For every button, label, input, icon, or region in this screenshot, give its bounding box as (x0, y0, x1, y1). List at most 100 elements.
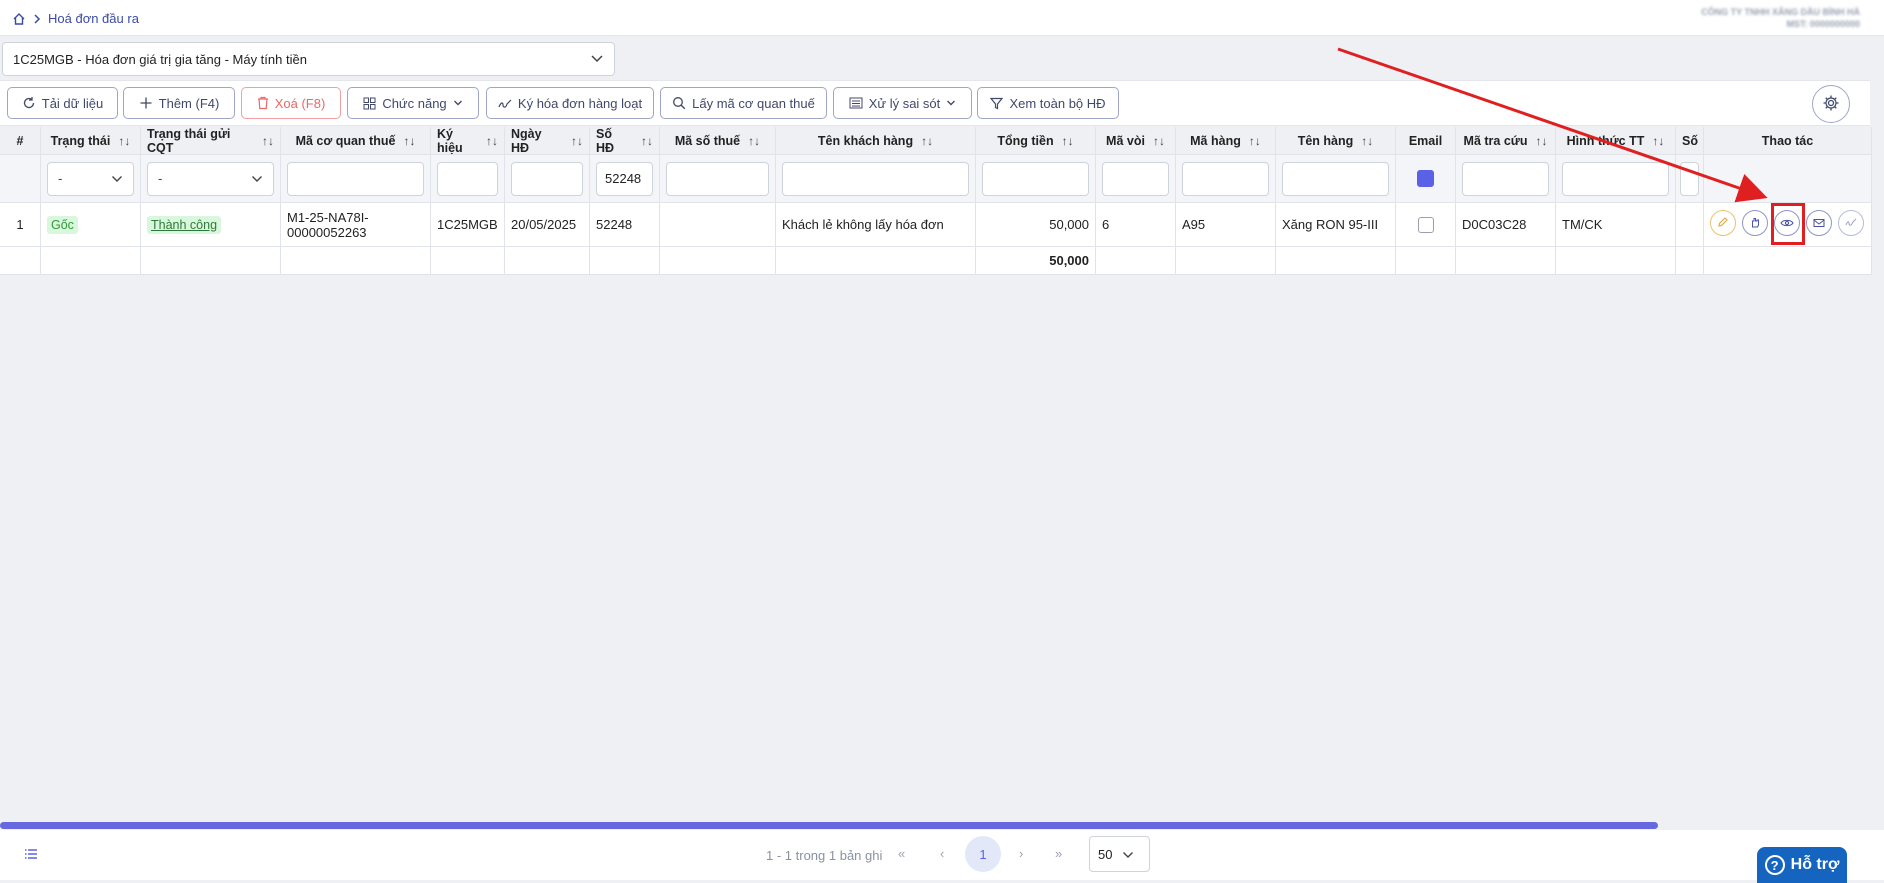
get-tax-code-button[interactable]: Lấy mã cơ quan thuế (660, 87, 827, 119)
table-row[interactable]: 1 Gốc Thành công M1-25-NA78I- 0000005226… (0, 203, 1872, 247)
col-payment[interactable]: Hình thức TT ↑↓ (1556, 127, 1676, 154)
sort-icon[interactable]: ↑↓ (118, 134, 130, 148)
next-page-button[interactable]: › (1019, 846, 1023, 861)
grid-icon (363, 97, 376, 110)
last-page-button[interactable]: » (1055, 846, 1062, 861)
page-size-select[interactable]: 50 (1089, 836, 1150, 872)
sort-icon[interactable]: ↑↓ (1062, 134, 1074, 148)
send-status-link[interactable]: Thành công (147, 215, 222, 234)
col-actions: Thao tác (1704, 127, 1872, 154)
col-customer[interactable]: Tên khách hàng ↑↓ (776, 127, 976, 154)
sort-icon[interactable]: ↑↓ (1249, 134, 1261, 148)
edit-button[interactable] (1710, 210, 1736, 236)
functions-label: Chức năng (382, 95, 447, 111)
filter-customer (776, 155, 976, 202)
lookup-code-filter-input[interactable] (1462, 161, 1549, 196)
sort-icon[interactable]: ↑↓ (641, 134, 653, 148)
col-item-code[interactable]: Mã hàng ↑↓ (1176, 127, 1276, 154)
horizontal-scrollbar[interactable] (0, 822, 1658, 829)
nozzle-filter-input[interactable] (1102, 161, 1169, 196)
col-send-status[interactable]: Trạng thái gửi CQT ↑↓ (141, 127, 281, 154)
sort-icon[interactable]: ↑↓ (1652, 134, 1664, 148)
more-filter-input[interactable] (1680, 161, 1699, 196)
col-customer-label: Tên khách hàng (817, 133, 914, 148)
gear-icon (1822, 94, 1840, 115)
bulk-sign-button[interactable]: Ký hóa đơn hàng loạt (486, 87, 654, 119)
copy-button[interactable] (1742, 210, 1768, 236)
delete-button[interactable]: Xoá (F8) (241, 87, 341, 119)
page-1-button[interactable]: 1 (965, 836, 1001, 872)
sort-icon[interactable]: ↑↓ (1153, 134, 1165, 148)
first-page-button[interactable]: « (898, 846, 905, 861)
row-tax-id (660, 203, 776, 246)
symbol-filter-input[interactable] (437, 161, 498, 196)
col-total[interactable]: Tổng tiền ↑↓ (976, 127, 1096, 154)
col-status[interactable]: Trạng thái ↑↓ (41, 127, 141, 154)
pagination-bar: 1 - 1 trong 1 bản ghi « ‹ 1 › » 50 (0, 830, 1884, 880)
col-send-status-label: Trạng thái gửi CQT (147, 127, 231, 154)
col-item-name[interactable]: Tên hàng ↑↓ (1276, 127, 1396, 154)
col-tax-authority-code[interactable]: Mã cơ quan thuế ↑↓ (281, 127, 431, 154)
view-all-button[interactable]: Xem toàn bộ HĐ (977, 87, 1119, 119)
reload-icon (22, 96, 36, 110)
add-button[interactable]: Thêm (F4) (123, 87, 235, 119)
home-icon[interactable] (12, 12, 26, 26)
email-checkbox[interactable] (1417, 216, 1434, 233)
handle-errors-label: Xử lý sai sót (868, 95, 941, 111)
col-tax-id[interactable]: Mã số thuế ↑↓ (660, 127, 776, 154)
sort-icon[interactable]: ↑↓ (1535, 134, 1547, 148)
sort-icon[interactable]: ↑↓ (571, 134, 583, 148)
col-nozzle[interactable]: Mã vòi ↑↓ (1096, 127, 1176, 154)
invoice-type-select[interactable]: 1C25MGB - Hóa đơn giá trị gia tăng - Máy… (2, 42, 615, 76)
tax-id-filter-input[interactable] (666, 161, 769, 196)
status-filter-select[interactable]: - (47, 161, 134, 196)
invoice-date-filter-input[interactable] (511, 161, 583, 196)
breadcrumb: Hoá đơn đầu ra (12, 11, 139, 26)
col-more[interactable]: Số (1676, 127, 1704, 154)
reload-button[interactable]: Tải dữ liệu (7, 87, 118, 119)
filter-row: - - 52248 (0, 155, 1872, 203)
sort-icon[interactable]: ↑↓ (1361, 134, 1373, 148)
sort-icon[interactable]: ↑↓ (262, 134, 274, 148)
tax-authority-code-filter-input[interactable] (287, 161, 424, 196)
item-code-filter-input[interactable] (1182, 161, 1269, 196)
sort-icon[interactable]: ↑↓ (921, 134, 933, 148)
chevron-down-icon (590, 52, 604, 67)
handle-errors-button[interactable]: Xử lý sai sót (833, 87, 972, 119)
col-symbol[interactable]: Ký hiệu ↑↓ (431, 127, 505, 154)
row-nozzle: 6 (1096, 203, 1176, 246)
invoice-no-filter-input[interactable]: 52248 (596, 161, 653, 196)
col-invoice-no[interactable]: Số HĐ ↑↓ (590, 127, 660, 154)
sort-icon[interactable]: ↑↓ (486, 134, 498, 148)
help-label: Hỗ trợ (1790, 856, 1840, 873)
toolbar: Tải dữ liệu Thêm (F4) Xoá (F8) Chức năng… (0, 80, 1870, 126)
top-bar: Hoá đơn đầu ra CÔNG TY TNHH XĂNG DẦU BÌN… (0, 0, 1884, 36)
list-icon[interactable] (24, 848, 38, 863)
send-email-button[interactable] (1806, 210, 1832, 236)
breadcrumb-current[interactable]: Hoá đơn đầu ra (48, 11, 139, 26)
customer-filter-input[interactable] (782, 161, 969, 196)
row-email (1396, 203, 1456, 246)
chevron-down-icon (111, 171, 123, 186)
sign-button[interactable] (1838, 210, 1864, 236)
item-name-filter-input[interactable] (1282, 161, 1389, 196)
list-icon (849, 97, 863, 109)
col-lookup-code[interactable]: Mã tra cứu ↑↓ (1456, 127, 1556, 154)
company-tax-code: MST: 0000000000 (1786, 19, 1860, 29)
functions-button[interactable]: Chức năng (347, 87, 479, 119)
sort-icon[interactable]: ↑↓ (748, 134, 760, 148)
help-button[interactable]: ? Hỗ trợ (1757, 847, 1847, 883)
email-filter-checkbox[interactable] (1417, 170, 1434, 187)
prev-page-button[interactable]: ‹ (940, 846, 944, 861)
payment-filter-input[interactable] (1562, 161, 1669, 196)
status-filter-value: - (58, 171, 63, 186)
summary-cell (1556, 247, 1676, 274)
send-status-filter-select[interactable]: - (147, 161, 274, 196)
total-filter-input[interactable] (982, 161, 1089, 196)
sort-icon[interactable]: ↑↓ (403, 134, 415, 148)
filter-invoice-date (505, 155, 590, 202)
settings-button[interactable] (1812, 85, 1850, 123)
chevron-down-icon (251, 171, 263, 186)
summary-cell (505, 247, 590, 274)
col-invoice-date[interactable]: Ngày HĐ ↑↓ (505, 127, 590, 154)
